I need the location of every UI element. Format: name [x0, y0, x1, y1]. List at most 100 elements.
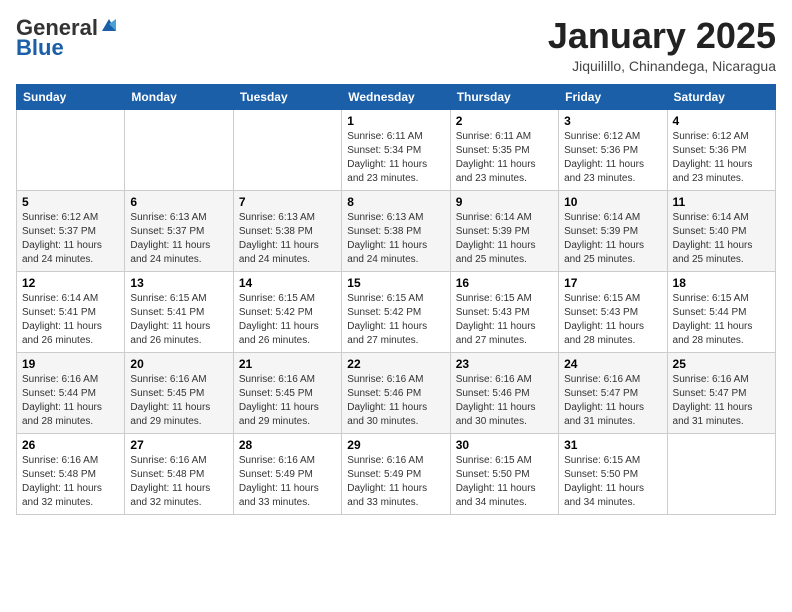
day-number: 19	[22, 357, 119, 371]
calendar-cell: 25 Sunrise: 6:16 AM Sunset: 5:47 PM Dayli…	[667, 352, 775, 433]
logo-blue: Blue	[16, 36, 64, 60]
day-info: Sunrise: 6:16 AM Sunset: 5:44 PM Dayligh…	[22, 373, 119, 429]
calendar-cell: 29 Sunrise: 6:16 AM Sunset: 5:49 PM Dayli…	[342, 433, 450, 514]
day-number: 15	[347, 276, 444, 290]
day-info: Sunrise: 6:16 AM Sunset: 5:47 PM Dayligh…	[564, 373, 661, 429]
day-info: Sunrise: 6:11 AM Sunset: 5:34 PM Dayligh…	[347, 130, 444, 186]
day-number: 24	[564, 357, 661, 371]
day-number: 14	[239, 276, 336, 290]
calendar-dow-tuesday: Tuesday	[233, 84, 341, 109]
calendar-table: SundayMondayTuesdayWednesdayThursdayFrid…	[16, 84, 776, 515]
calendar-week-row: 26 Sunrise: 6:16 AM Sunset: 5:48 PM Dayli…	[17, 433, 776, 514]
calendar-week-row: 5 Sunrise: 6:12 AM Sunset: 5:37 PM Daylig…	[17, 190, 776, 271]
day-number: 8	[347, 195, 444, 209]
calendar-dow-sunday: Sunday	[17, 84, 125, 109]
calendar-cell: 18 Sunrise: 6:15 AM Sunset: 5:44 PM Dayli…	[667, 271, 775, 352]
day-info: Sunrise: 6:15 AM Sunset: 5:50 PM Dayligh…	[564, 454, 661, 510]
day-info: Sunrise: 6:16 AM Sunset: 5:46 PM Dayligh…	[347, 373, 444, 429]
day-number: 12	[22, 276, 119, 290]
day-info: Sunrise: 6:16 AM Sunset: 5:49 PM Dayligh…	[239, 454, 336, 510]
day-number: 28	[239, 438, 336, 452]
day-info: Sunrise: 6:15 AM Sunset: 5:42 PM Dayligh…	[239, 292, 336, 348]
calendar-cell: 14 Sunrise: 6:15 AM Sunset: 5:42 PM Dayli…	[233, 271, 341, 352]
calendar-dow-wednesday: Wednesday	[342, 84, 450, 109]
title-block: January 2025 Jiquilillo, Chinandega, Nic…	[548, 16, 776, 74]
day-info: Sunrise: 6:16 AM Sunset: 5:45 PM Dayligh…	[239, 373, 336, 429]
day-info: Sunrise: 6:14 AM Sunset: 5:41 PM Dayligh…	[22, 292, 119, 348]
day-info: Sunrise: 6:14 AM Sunset: 5:39 PM Dayligh…	[564, 211, 661, 267]
calendar-cell: 20Sunrise: 6:16 AM Sunset: 5:45 PM Dayli…	[125, 352, 233, 433]
calendar-week-row: 19 Sunrise: 6:16 AM Sunset: 5:44 PM Dayli…	[17, 352, 776, 433]
day-info: Sunrise: 6:15 AM Sunset: 5:43 PM Dayligh…	[564, 292, 661, 348]
day-info: Sunrise: 6:13 AM Sunset: 5:37 PM Dayligh…	[130, 211, 227, 267]
calendar-cell: 1 Sunrise: 6:11 AM Sunset: 5:34 PM Daylig…	[342, 109, 450, 190]
day-info: Sunrise: 6:12 AM Sunset: 5:36 PM Dayligh…	[673, 130, 770, 186]
day-info: Sunrise: 6:16 AM Sunset: 5:46 PM Dayligh…	[456, 373, 553, 429]
calendar-cell: 9Sunrise: 6:14 AM Sunset: 5:39 PM Daylig…	[450, 190, 558, 271]
calendar-cell: 23Sunrise: 6:16 AM Sunset: 5:46 PM Dayli…	[450, 352, 558, 433]
day-info: Sunrise: 6:16 AM Sunset: 5:47 PM Dayligh…	[673, 373, 770, 429]
day-number: 7	[239, 195, 336, 209]
day-number: 21	[239, 357, 336, 371]
calendar-cell: 22 Sunrise: 6:16 AM Sunset: 5:46 PM Dayli…	[342, 352, 450, 433]
calendar-cell	[667, 433, 775, 514]
calendar-cell: 26Sunrise: 6:16 AM Sunset: 5:48 PM Dayli…	[17, 433, 125, 514]
calendar-week-row: 12 Sunrise: 6:14 AM Sunset: 5:41 PM Dayli…	[17, 271, 776, 352]
calendar-cell: 10 Sunrise: 6:14 AM Sunset: 5:39 PM Dayli…	[559, 190, 667, 271]
calendar-cell: 28 Sunrise: 6:16 AM Sunset: 5:49 PM Dayli…	[233, 433, 341, 514]
calendar-cell: 6 Sunrise: 6:13 AM Sunset: 5:37 PM Daylig…	[125, 190, 233, 271]
day-number: 26	[22, 438, 119, 452]
calendar-cell: 4Sunrise: 6:12 AM Sunset: 5:36 PM Daylig…	[667, 109, 775, 190]
day-number: 1	[347, 114, 444, 128]
calendar-cell: 30Sunrise: 6:15 AM Sunset: 5:50 PM Dayli…	[450, 433, 558, 514]
calendar-cell: 12 Sunrise: 6:14 AM Sunset: 5:41 PM Dayli…	[17, 271, 125, 352]
day-number: 10	[564, 195, 661, 209]
day-number: 6	[130, 195, 227, 209]
day-info: Sunrise: 6:15 AM Sunset: 5:50 PM Dayligh…	[456, 454, 553, 510]
calendar-cell	[125, 109, 233, 190]
day-number: 17	[564, 276, 661, 290]
calendar-cell: 27 Sunrise: 6:16 AM Sunset: 5:48 PM Dayli…	[125, 433, 233, 514]
calendar-cell: 24 Sunrise: 6:16 AM Sunset: 5:47 PM Dayli…	[559, 352, 667, 433]
month-title: January 2025	[548, 16, 776, 56]
calendar-cell: 3Sunrise: 6:12 AM Sunset: 5:36 PM Daylig…	[559, 109, 667, 190]
calendar-week-row: 1 Sunrise: 6:11 AM Sunset: 5:34 PM Daylig…	[17, 109, 776, 190]
day-number: 2	[456, 114, 553, 128]
day-info: Sunrise: 6:16 AM Sunset: 5:45 PM Dayligh…	[130, 373, 227, 429]
day-info: Sunrise: 6:12 AM Sunset: 5:37 PM Dayligh…	[22, 211, 119, 267]
day-number: 18	[673, 276, 770, 290]
day-info: Sunrise: 6:16 AM Sunset: 5:48 PM Dayligh…	[130, 454, 227, 510]
calendar-cell: 17 Sunrise: 6:15 AM Sunset: 5:43 PM Dayli…	[559, 271, 667, 352]
calendar-cell: 13Sunrise: 6:15 AM Sunset: 5:41 PM Dayli…	[125, 271, 233, 352]
logo-icon	[100, 17, 118, 35]
day-number: 3	[564, 114, 661, 128]
calendar-cell: 2 Sunrise: 6:11 AM Sunset: 5:35 PM Daylig…	[450, 109, 558, 190]
calendar-cell	[17, 109, 125, 190]
day-number: 5	[22, 195, 119, 209]
calendar-cell	[233, 109, 341, 190]
day-info: Sunrise: 6:11 AM Sunset: 5:35 PM Dayligh…	[456, 130, 553, 186]
calendar-dow-monday: Monday	[125, 84, 233, 109]
day-number: 22	[347, 357, 444, 371]
calendar-cell: 21 Sunrise: 6:16 AM Sunset: 5:45 PM Dayli…	[233, 352, 341, 433]
day-info: Sunrise: 6:15 AM Sunset: 5:43 PM Dayligh…	[456, 292, 553, 348]
day-number: 29	[347, 438, 444, 452]
day-info: Sunrise: 6:15 AM Sunset: 5:41 PM Dayligh…	[130, 292, 227, 348]
day-info: Sunrise: 6:13 AM Sunset: 5:38 PM Dayligh…	[239, 211, 336, 267]
calendar-dow-thursday: Thursday	[450, 84, 558, 109]
calendar-cell: 8 Sunrise: 6:13 AM Sunset: 5:38 PM Daylig…	[342, 190, 450, 271]
day-info: Sunrise: 6:13 AM Sunset: 5:38 PM Dayligh…	[347, 211, 444, 267]
calendar-cell: 31 Sunrise: 6:15 AM Sunset: 5:50 PM Dayli…	[559, 433, 667, 514]
calendar-dow-friday: Friday	[559, 84, 667, 109]
day-info: Sunrise: 6:14 AM Sunset: 5:39 PM Dayligh…	[456, 211, 553, 267]
calendar-cell: 15Sunrise: 6:15 AM Sunset: 5:42 PM Dayli…	[342, 271, 450, 352]
logo: General Blue	[16, 16, 118, 60]
day-info: Sunrise: 6:16 AM Sunset: 5:49 PM Dayligh…	[347, 454, 444, 510]
day-number: 31	[564, 438, 661, 452]
page-header: General Blue January 2025 Jiquilillo, Ch…	[16, 16, 776, 74]
calendar-dow-saturday: Saturday	[667, 84, 775, 109]
day-info: Sunrise: 6:15 AM Sunset: 5:44 PM Dayligh…	[673, 292, 770, 348]
calendar-cell: 16Sunrise: 6:15 AM Sunset: 5:43 PM Dayli…	[450, 271, 558, 352]
day-number: 27	[130, 438, 227, 452]
day-number: 25	[673, 357, 770, 371]
